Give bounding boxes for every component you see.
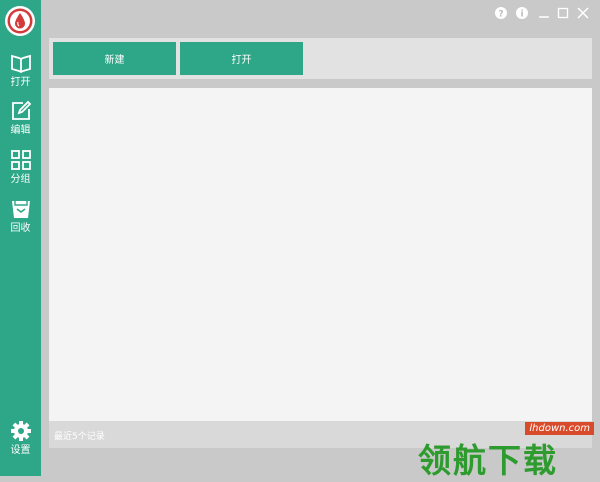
minimize-icon[interactable] xyxy=(537,5,551,19)
sidebar-item-label: 编辑 xyxy=(10,125,31,136)
content-area xyxy=(49,88,592,421)
info-icon[interactable]: i xyxy=(515,5,529,20)
recent-records-label: 最近5个记录 xyxy=(54,432,105,442)
sidebar-item-label: 设置 xyxy=(10,445,31,456)
open-button[interactable]: 打开 xyxy=(180,42,303,75)
sidebar-item-open[interactable]: 打开 xyxy=(0,52,41,96)
sidebar-item-recycle[interactable]: 回收 xyxy=(0,198,41,242)
sidebar-item-label: 回收 xyxy=(10,223,31,234)
gear-icon xyxy=(10,420,32,442)
sidebar-item-edit[interactable]: 编辑 xyxy=(0,100,41,144)
sidebar-item-label: 打开 xyxy=(10,77,31,88)
close-icon[interactable] xyxy=(576,5,590,19)
help-icon[interactable]: ? xyxy=(494,5,508,20)
title-bar: ? i xyxy=(41,0,600,26)
edit-icon xyxy=(10,100,32,122)
svg-text:?: ? xyxy=(498,10,503,20)
sidebar-item-label: 分组 xyxy=(10,174,31,185)
sidebar-item-settings[interactable]: 设置 xyxy=(0,420,41,464)
maximize-icon[interactable] xyxy=(556,5,570,19)
watermark-text: 领航下载 xyxy=(418,441,558,480)
book-open-icon xyxy=(10,52,32,74)
sidebar: 打开 编辑 分组 回收 设置 xyxy=(0,0,41,476)
grid-icon xyxy=(10,149,32,171)
svg-text:i: i xyxy=(520,10,523,20)
toolbar: 新建 打开 xyxy=(49,38,592,79)
app-logo xyxy=(4,5,36,37)
sidebar-item-group[interactable]: 分组 xyxy=(0,149,41,193)
new-button[interactable]: 新建 xyxy=(53,42,176,75)
recycle-bin-icon xyxy=(10,198,32,220)
watermark: lhdown.com 领航下载 xyxy=(418,420,598,480)
